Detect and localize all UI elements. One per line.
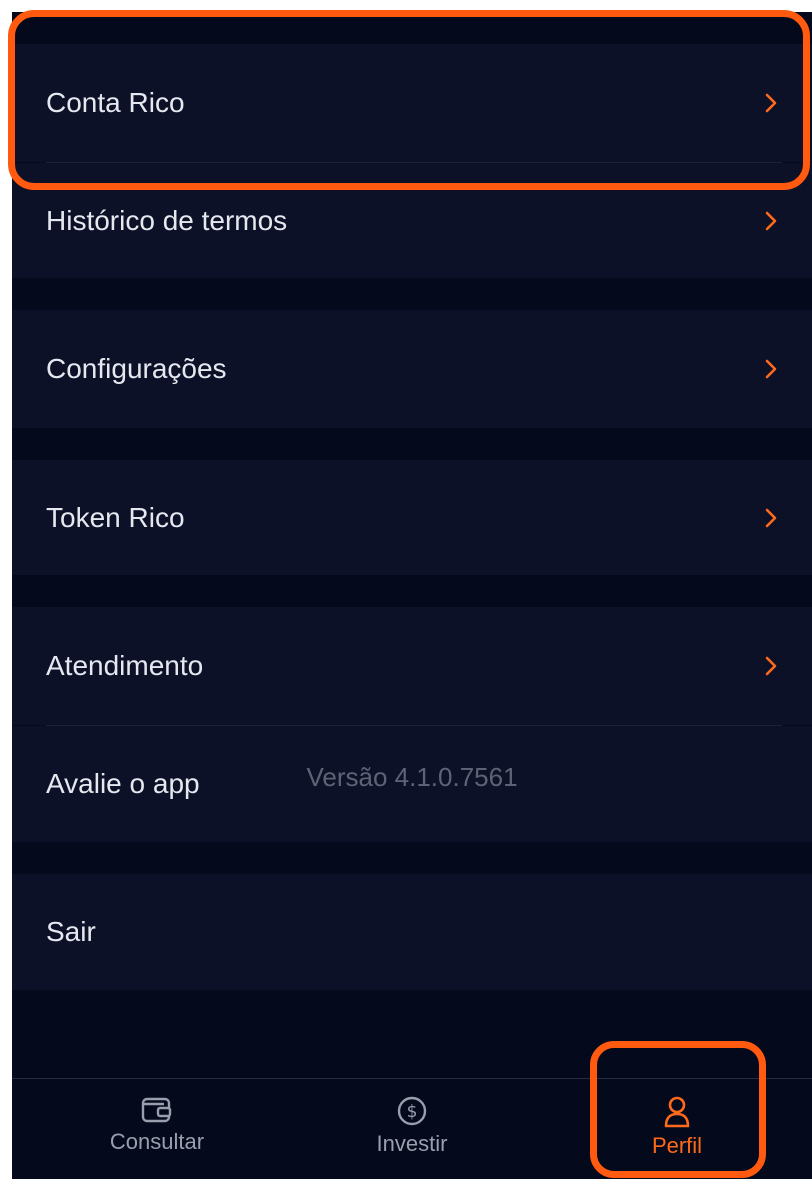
menu-item-label: Token Rico — [46, 501, 185, 533]
menu-item-label: Conta Rico — [46, 87, 185, 118]
menu-item-avalie-o-app[interactable]: Avalie o app — [12, 726, 812, 842]
user-icon — [664, 1096, 690, 1128]
chevron-right-icon — [765, 359, 777, 379]
menu-item-label: Histórico de termos — [46, 204, 288, 236]
chevron-right-icon — [765, 93, 777, 113]
tab-label: Perfil — [651, 1133, 703, 1158]
bottom-nav: Consultar $ Investir Perfil — [12, 1078, 812, 1179]
menu-item-sair[interactable]: Sair — [12, 874, 812, 990]
menu-item-label: Atendimento — [46, 650, 204, 681]
tab-perfil[interactable]: Perfil — [577, 1079, 777, 1179]
menu-item-configuracoes[interactable]: Configurações — [12, 310, 812, 428]
dollar-circle-icon: $ — [397, 1096, 427, 1126]
tab-label: Consultar — [109, 1129, 205, 1154]
menu-item-conta-rico[interactable]: Conta Rico — [12, 44, 812, 162]
menu-item-label: Sair — [46, 916, 96, 947]
menu-item-token-rico[interactable]: Token Rico — [12, 460, 812, 575]
menu-item-label: Configurações — [46, 353, 227, 384]
profile-screen: Conta Rico Histórico de termos Configura… — [12, 12, 812, 1178]
menu-item-historico-de-termos[interactable]: Histórico de termos — [12, 163, 812, 278]
chevron-right-icon — [765, 656, 777, 676]
tab-investir[interactable]: $ Investir — [312, 1079, 512, 1179]
menu-item-label: Avalie o app — [46, 768, 200, 799]
wallet-icon — [141, 1097, 172, 1123]
chevron-right-icon — [765, 508, 777, 527]
svg-text:$: $ — [407, 1102, 418, 1122]
chevron-right-icon — [765, 211, 777, 230]
tab-consultar[interactable]: Consultar — [57, 1079, 257, 1179]
menu-item-atendimento[interactable]: Atendimento — [12, 607, 812, 725]
tab-label: Investir — [376, 1131, 448, 1156]
